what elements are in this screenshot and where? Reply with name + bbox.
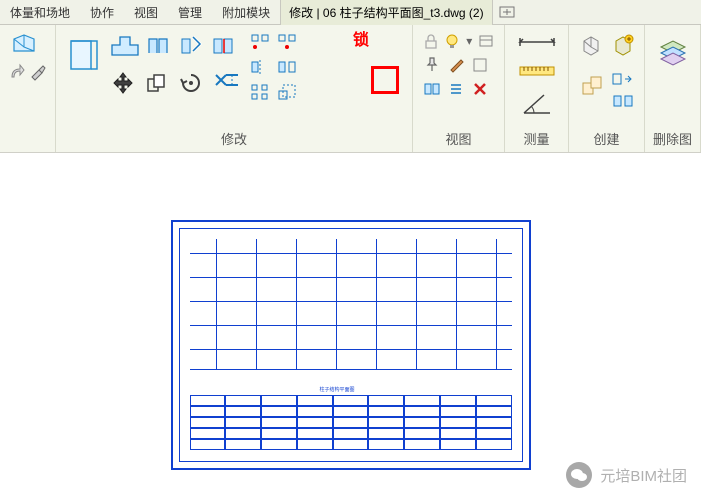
tab-modify-doc[interactable]: 修改 | 06 柱子结构平面图_t3.dwg (2)	[280, 0, 493, 25]
panel-delete: 删除图	[645, 25, 701, 152]
hide-lock-icon[interactable]	[421, 31, 440, 51]
trim-tool-icon[interactable]	[210, 69, 244, 97]
ruler-icon[interactable]	[514, 59, 560, 81]
gridline-v	[336, 239, 337, 369]
join1-icon[interactable]	[144, 31, 174, 59]
create-assembly-icon[interactable]	[576, 31, 606, 61]
gridline-h	[190, 349, 512, 350]
panel-view-label: 视图	[421, 127, 496, 148]
cut-select-icon[interactable]	[176, 31, 206, 59]
view-filter-icon[interactable]	[477, 31, 496, 51]
scale-icon[interactable]	[275, 81, 299, 103]
view-group-icon[interactable]	[421, 79, 443, 99]
panel-measure: 测量	[505, 25, 569, 152]
delete-layers-icon[interactable]	[653, 31, 693, 71]
mirror-h-icon[interactable]	[248, 56, 272, 78]
move-tool-icon[interactable]	[108, 69, 138, 97]
array-icon[interactable]	[248, 81, 272, 103]
cope-tool-icon[interactable]	[108, 31, 142, 59]
gridline-h	[190, 369, 512, 370]
drawing-canvas[interactable]: 柱子结构平面图	[0, 180, 701, 500]
wechat-icon	[566, 462, 592, 488]
mirror-v-icon[interactable]	[275, 56, 299, 78]
gridline-v	[216, 239, 217, 369]
delete-x-icon[interactable]	[469, 79, 491, 99]
view-small-icon[interactable]	[469, 54, 491, 76]
gridline-h	[190, 301, 512, 302]
create-family-icon[interactable]	[608, 31, 638, 61]
gridline-v	[456, 239, 457, 369]
drawing-title: 柱子结构平面图	[320, 386, 355, 393]
tab-mass[interactable]: 体量和场地	[0, 0, 80, 25]
attach-tool-icon[interactable]	[8, 61, 27, 83]
panel-modify-label: 修改	[64, 127, 404, 148]
tab-overflow-icon[interactable]	[499, 6, 515, 18]
gridline-v	[416, 239, 417, 369]
hammer-tool-icon[interactable]	[29, 61, 48, 83]
create-type-icon[interactable]	[609, 91, 637, 111]
panel-modify: 修改	[56, 25, 413, 152]
panel-tools-small	[0, 25, 56, 152]
drawing-border: 柱子结构平面图	[179, 228, 523, 462]
modify-cut-icon[interactable]	[64, 31, 104, 79]
angle-icon[interactable]	[514, 87, 560, 119]
panel-view: ▾ 视图	[413, 25, 505, 152]
tab-view[interactable]: 视图	[124, 0, 168, 25]
tab-modify-label: 修改	[289, 6, 313, 20]
brush-icon[interactable]	[445, 54, 467, 76]
title-block	[190, 395, 512, 453]
wall-tool-icon[interactable]	[8, 31, 40, 59]
view-dropdown-icon[interactable]: ▾	[464, 31, 475, 51]
gridline-v	[496, 239, 497, 369]
dimension-icon[interactable]	[514, 31, 560, 53]
tab-collab[interactable]: 协作	[80, 0, 124, 25]
tab-manage[interactable]: 管理	[168, 0, 212, 25]
drawing-frame: 柱子结构平面图	[171, 220, 531, 470]
menu-tab-bar: 体量和场地 协作 视图 管理 附加模块 修改 | 06 柱子结构平面图_t3.d…	[0, 0, 701, 25]
view-switch-icon[interactable]	[445, 79, 467, 99]
panel-create: 创建	[569, 25, 645, 152]
panel-tools-label	[8, 146, 47, 148]
cut-profile-icon[interactable]	[208, 31, 238, 59]
gridline-h	[190, 253, 512, 254]
panel-delete-label: 删除图	[653, 127, 692, 148]
create-group-icon[interactable]	[577, 69, 607, 99]
align-center-icon[interactable]	[275, 31, 299, 53]
gridline-h	[190, 277, 512, 278]
gridline-v	[256, 239, 257, 369]
copy-tool-icon[interactable]	[142, 69, 172, 97]
panel-measure-label: 测量	[513, 127, 560, 148]
lightbulb-icon[interactable]	[442, 31, 461, 51]
align-left-icon[interactable]	[248, 31, 272, 53]
panel-create-label: 创建	[577, 127, 636, 148]
rotate-tool-icon[interactable]	[176, 69, 206, 97]
pin-icon[interactable]	[421, 54, 443, 76]
gridline-v	[376, 239, 377, 369]
create-similar-icon[interactable]	[609, 69, 637, 89]
gridline-h	[190, 325, 512, 326]
ribbon: 修改 ▾ 视图	[0, 25, 701, 153]
tab-addins[interactable]: 附加模块	[212, 0, 280, 25]
tab-doc-name: 06 柱子结构平面图_t3.dwg (2)	[323, 6, 484, 20]
watermark-text: 元培BIM社团	[600, 465, 687, 486]
gridline-v	[296, 239, 297, 369]
watermark: 元培BIM社团	[566, 462, 687, 488]
